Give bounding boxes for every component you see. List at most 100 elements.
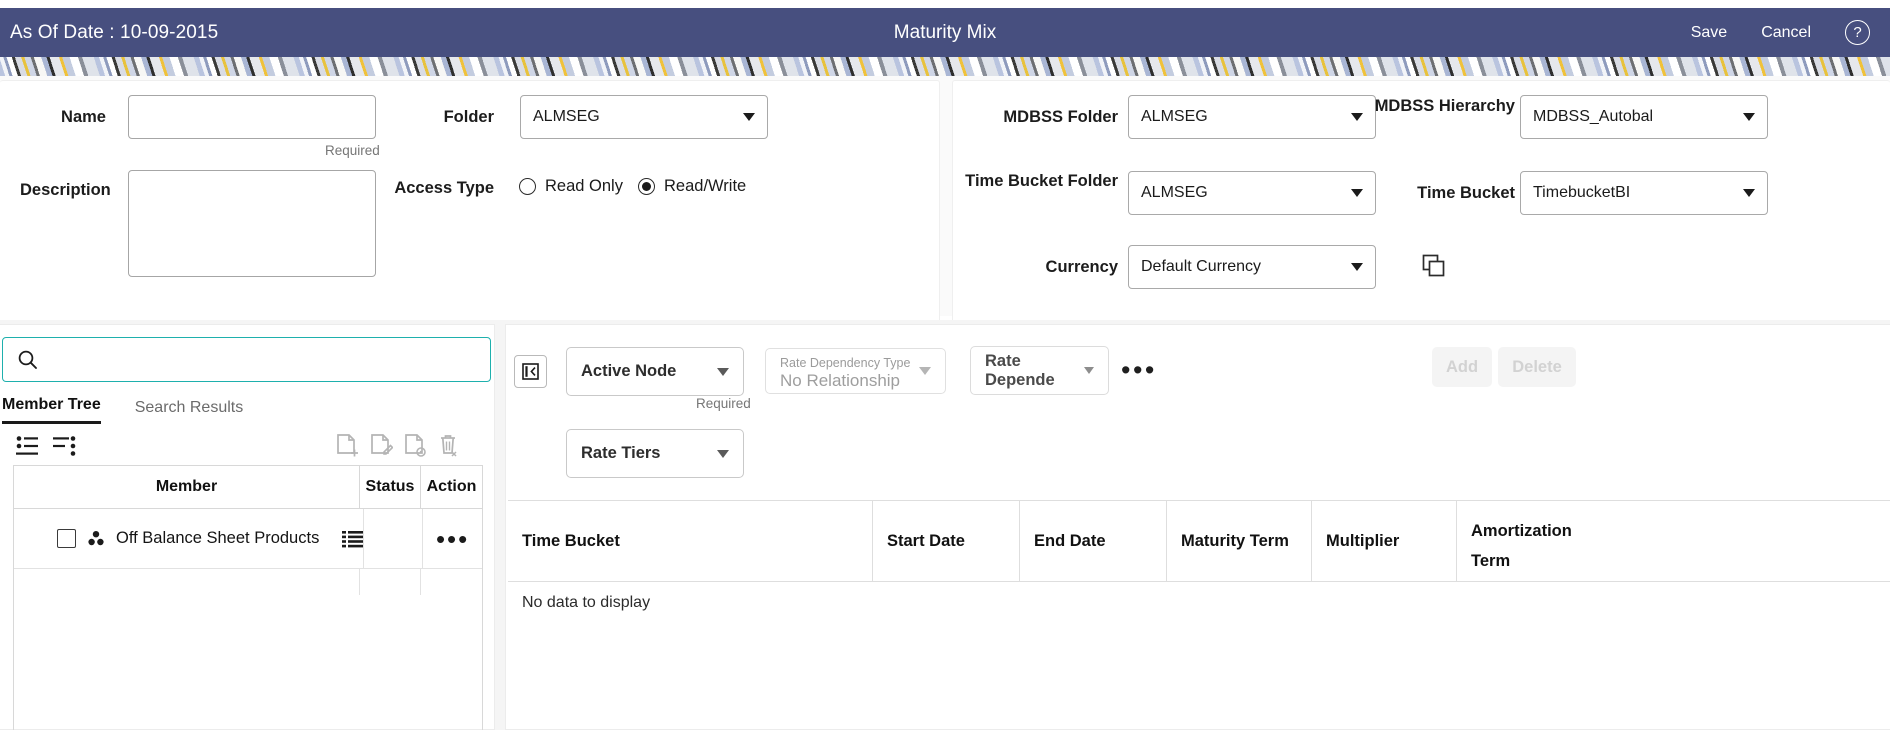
search-box[interactable]: [2, 337, 491, 382]
delete-document-icon[interactable]: [437, 433, 461, 459]
member-cell-partial: [14, 569, 359, 595]
row-action-menu[interactable]: •••: [422, 509, 482, 568]
member-cell: Off Balance Sheet Products: [14, 509, 364, 568]
name-required-hint: Required: [325, 143, 380, 158]
status-cell-partial: [359, 569, 420, 595]
rate-tiers-value: Rate Tiers: [581, 444, 661, 462]
access-type-read-write-radio[interactable]: Read/Write: [638, 177, 746, 196]
add-button[interactable]: Add: [1432, 347, 1492, 387]
mdbss-folder-select[interactable]: ALMSEG: [1128, 95, 1376, 139]
chevron-down-icon: [1084, 367, 1094, 374]
rate-tiers-select[interactable]: Rate Tiers: [566, 429, 744, 478]
tab-search-results[interactable]: Search Results: [135, 399, 244, 424]
row-checkbox[interactable]: [57, 529, 76, 548]
header-actions: Save Cancel ?: [1691, 20, 1890, 45]
column-header-time-bucket[interactable]: Time Bucket: [508, 501, 873, 581]
column-header-maturity-term[interactable]: Maturity Term: [1167, 501, 1312, 581]
access-type-label: Access Type: [394, 179, 494, 197]
time-bucket-label: Time Bucket: [1417, 184, 1515, 202]
radio-selected-icon: [638, 178, 655, 195]
time-bucket-value: TimebucketBI: [1533, 184, 1631, 201]
table-row-partial[interactable]: [14, 569, 482, 595]
time-bucket-folder-label: Time Bucket Folder: [965, 172, 1118, 190]
currency-select[interactable]: Default Currency: [1128, 245, 1376, 289]
time-bucket-folder-select[interactable]: ALMSEG: [1128, 171, 1376, 215]
read-write-label: Read/Write: [664, 177, 747, 195]
column-header-amortization-term[interactable]: Amortization Term: [1457, 501, 1607, 581]
tree-tabs: Member Tree Search Results: [0, 387, 495, 424]
lower-region: Member Tree Search Results Member Status…: [0, 320, 1890, 730]
chevron-down-icon: [717, 367, 729, 376]
save-button[interactable]: Save: [1691, 24, 1727, 42]
form-region: Name Required Description Folder ALMSEG …: [0, 76, 1890, 378]
member-name: Off Balance Sheet Products: [116, 529, 320, 547]
name-input[interactable]: [128, 95, 376, 139]
help-icon[interactable]: ?: [1845, 20, 1870, 45]
status-cell: [363, 509, 422, 568]
cancel-button[interactable]: Cancel: [1761, 24, 1811, 42]
action-cell-partial: [420, 569, 482, 595]
view-document-icon[interactable]: [403, 433, 427, 459]
active-node-value: Active Node: [581, 362, 677, 380]
delete-button[interactable]: Delete: [1498, 347, 1576, 387]
search-input[interactable]: [48, 351, 476, 368]
collapse-panel-icon[interactable]: [514, 355, 547, 388]
tree-toolbar: [13, 433, 483, 467]
mdbss-folder-label: MDBSS Folder: [1003, 108, 1118, 126]
currency-value: Default Currency: [1141, 258, 1262, 275]
name-label: Name: [61, 108, 106, 126]
rate-dependency-select[interactable]: Rate Depende: [970, 346, 1109, 395]
table-row[interactable]: Off Balance Sheet Products •••: [14, 509, 482, 569]
more-options-icon: •••: [435, 523, 470, 554]
search-icon: [17, 349, 38, 370]
currency-label: Currency: [1045, 258, 1118, 276]
member-tree-table: Member Status Action Off Balance Sheet P…: [13, 465, 483, 730]
time-bucket-select[interactable]: TimebucketBI: [1520, 171, 1768, 215]
as-of-date-label: As Of Date : 10-09-2015: [10, 21, 219, 43]
description-textarea[interactable]: [128, 170, 376, 277]
access-type-read-only-radio[interactable]: Read Only: [519, 177, 623, 196]
column-header-start-date[interactable]: Start Date: [873, 501, 1020, 581]
rate-dependency-value: Rate Depende: [985, 351, 1055, 389]
radio-icon: [519, 178, 536, 195]
time-bucket-grid: Time Bucket Start Date End Date Maturity…: [508, 500, 1890, 726]
mdbss-hierarchy-label: MDBSS Hierarchy: [1374, 97, 1515, 115]
rate-dependency-type-value: No Relationship: [780, 371, 901, 390]
maturity-mix-page: As Of Date : 10-09-2015 Maturity Mix Sav…: [0, 0, 1890, 730]
column-header-action: Action: [420, 466, 482, 508]
chevron-down-icon: [743, 113, 755, 121]
tab-member-tree[interactable]: Member Tree: [2, 396, 101, 424]
chevron-down-icon: [717, 449, 729, 458]
rate-dependency-type-select: Rate Dependency Type No Relationship: [765, 348, 946, 394]
chevron-down-icon: [1743, 189, 1755, 197]
hierarchy-node-icon: [87, 530, 105, 548]
active-node-select[interactable]: Active Node: [566, 347, 744, 396]
grid-header-row: Time Bucket Start Date End Date Maturity…: [508, 501, 1890, 582]
expand-all-icon[interactable]: [16, 435, 40, 457]
read-only-label: Read Only: [545, 177, 623, 195]
mdbss-hierarchy-value: MDBSS_Autobal: [1533, 108, 1654, 125]
folder-label: Folder: [443, 108, 494, 126]
more-options-button[interactable]: •••: [1121, 357, 1157, 384]
column-header-status: Status: [359, 466, 420, 508]
folder-select-value: ALMSEG: [533, 108, 600, 125]
top-header-bar: As Of Date : 10-09-2015 Maturity Mix Sav…: [0, 8, 1890, 57]
add-document-icon[interactable]: [335, 433, 359, 459]
chevron-down-icon: [919, 367, 931, 375]
mdbss-hierarchy-select[interactable]: MDBSS_Autobal: [1520, 95, 1768, 139]
edit-document-icon[interactable]: [369, 433, 393, 459]
rate-dependency-type-label: Rate Dependency Type: [780, 356, 911, 370]
active-node-required-hint: Required: [696, 396, 751, 411]
mdbss-folder-value: ALMSEG: [1141, 108, 1208, 125]
member-tree-header-row: Member Status Action: [14, 466, 482, 509]
grid-empty-message: No data to display: [522, 594, 651, 611]
chevron-down-icon: [1743, 113, 1755, 121]
folder-select[interactable]: ALMSEG: [520, 95, 768, 139]
list-icon[interactable]: [342, 530, 364, 548]
time-bucket-folder-value: ALMSEG: [1141, 184, 1208, 201]
member-tree-panel: Member Tree Search Results Member Status…: [0, 324, 495, 730]
column-header-end-date[interactable]: End Date: [1020, 501, 1167, 581]
collapse-all-icon[interactable]: [53, 435, 77, 457]
copy-icon[interactable]: [1421, 253, 1447, 279]
column-header-multiplier[interactable]: Multiplier: [1312, 501, 1457, 581]
